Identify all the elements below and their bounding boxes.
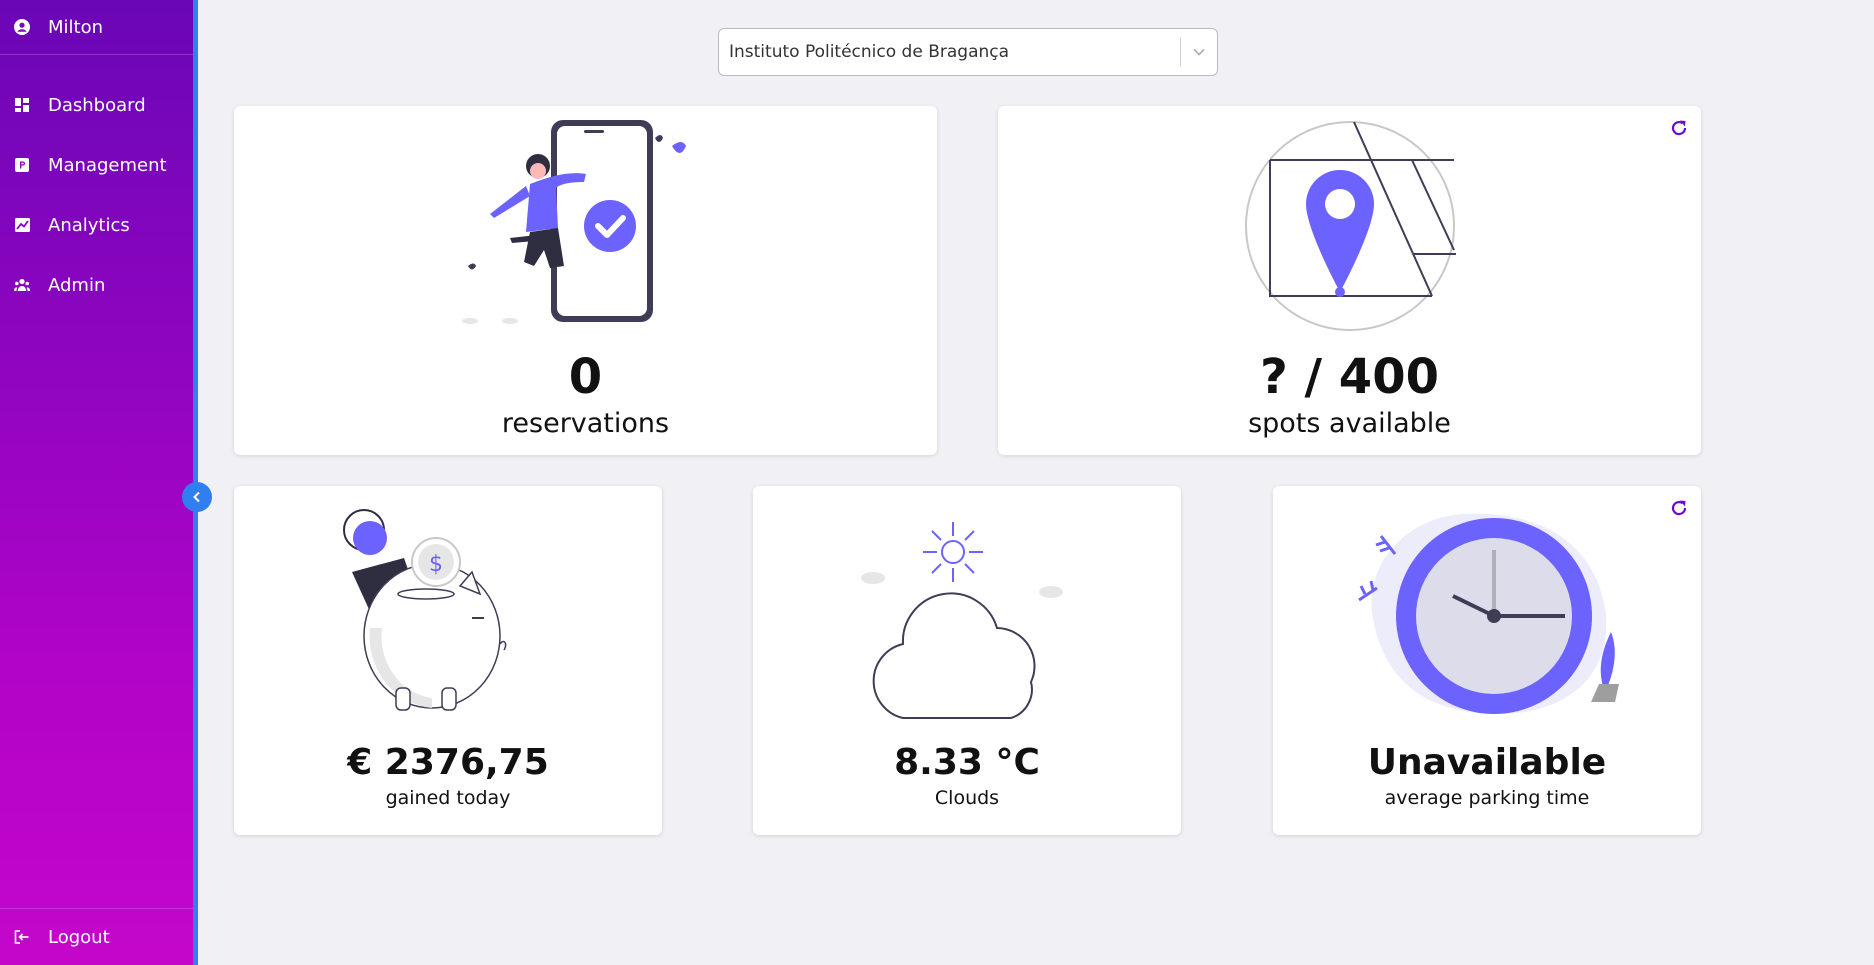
user-circle-icon [14,19,30,35]
reservations-label: reservations [501,408,670,439]
sidebar-item-management[interactable]: Management [0,135,193,195]
spots-label: spots available [1248,408,1451,439]
clock-illustration [1358,513,1619,715]
reservation-phone-illustration [462,120,686,324]
spots-card: ? / 400 spots available [998,106,1701,455]
sidebar-item-dashboard[interactable]: Dashboard [0,75,193,135]
sidebar-item-analytics[interactable]: Analytics [0,195,193,255]
map-pin-illustration [1245,121,1456,331]
temperature-value: 8.33 °C [894,742,1040,783]
sidebar-item-admin[interactable]: Admin [0,255,193,315]
chevron-left-icon [191,488,203,507]
weather-card: 8.33 °C Clouds [753,486,1181,835]
piggy-bank-illustration: $ [343,509,507,711]
location-select-value: Instituto Politécnico de Bragança [729,42,1010,62]
users-icon [14,277,30,293]
parking-time-label: average parking time [1384,787,1590,809]
location-select[interactable]: Instituto Politécnico de Bragança [718,28,1218,76]
sidebar: Milton Dashboard Management Analytics Ad… [0,0,193,965]
cloud-sun-illustration [861,522,1063,719]
logout-label: Logout [48,926,110,948]
parking-icon [14,157,30,173]
svg-text:$: $ [429,552,443,577]
sidebar-user-name: Milton [48,16,104,38]
sidebar-item-label: Admin [48,274,106,296]
chevron-down-icon[interactable] [1181,29,1217,75]
dashboard-icon [14,97,30,113]
sidebar-user[interactable]: Milton [0,0,193,55]
refresh-icon[interactable] [1669,118,1689,138]
collapse-sidebar-button[interactable] [182,482,212,512]
weather-condition: Clouds [934,787,1000,809]
logout-icon [14,929,30,945]
sidebar-item-label: Analytics [48,214,130,236]
logout-button[interactable]: Logout [0,908,193,965]
parking-time-card: Unavailable average parking time [1273,486,1701,835]
sidebar-item-label: Management [48,154,167,176]
reservations-count: 0 [568,349,603,405]
parking-time-value: Unavailable [1367,742,1607,783]
chart-icon [14,217,30,233]
refresh-icon[interactable] [1669,498,1689,518]
earnings-card: $ € 2376,75 gained today [234,486,662,835]
reservations-card: 0 reservations [234,106,937,455]
sidebar-item-label: Dashboard [48,94,146,116]
spots-count: ? / 400 [1260,349,1439,405]
earnings-label: gained today [385,787,511,809]
earnings-value: € 2376,75 [347,742,549,783]
